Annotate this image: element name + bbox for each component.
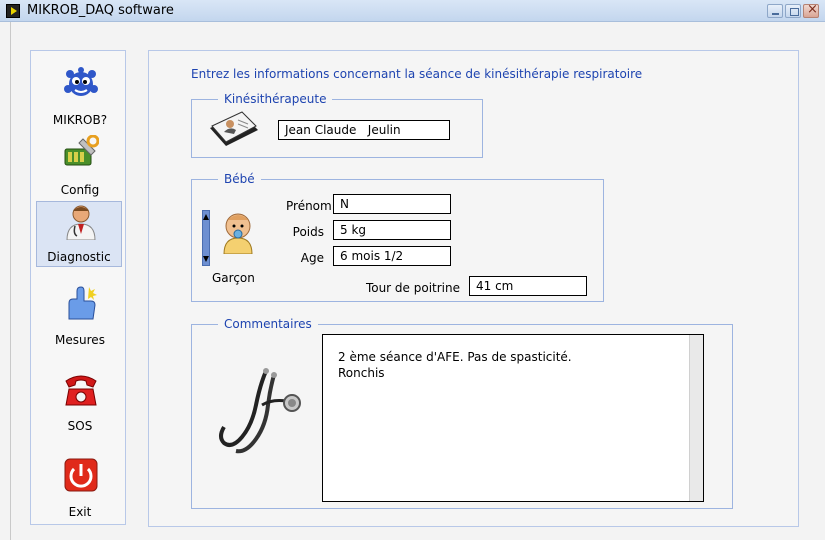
comments-text: 2 ème séance d'AFE. Pas de spasticité. R… [338,350,572,380]
minimize-button[interactable] [767,4,783,18]
close-button[interactable] [803,2,819,18]
bebe-group-title: Bébé [218,172,261,186]
power-icon [64,458,98,492]
config-tools-icon [64,135,99,166]
sidebar-item-label: Config [60,183,100,197]
tour-field[interactable]: 41 cm [469,276,587,296]
red-phone-icon [65,375,97,406]
baby-icon [223,213,253,254]
maximize-button[interactable] [785,4,801,18]
comments-group-title: Commentaires [218,317,318,331]
stethoscope-icon [219,368,301,454]
age-field[interactable]: 6 mois 1/2 [333,246,451,266]
stepper-up-icon[interactable] [203,214,209,220]
sidebar-item-label: Diagnostic [47,250,111,264]
sidebar-item-label: MIKROB? [52,113,108,127]
bebe-group: Bébé Garçon Prénom N Poids 5 kg Age 6 mo… [191,172,604,302]
age-label: Age [300,251,324,265]
poids-field[interactable]: 5 kg [333,220,451,240]
comments-group: Commentaires 2 ème séance d'AFE. Pas de … [191,317,733,509]
sidebar-item-label: SOS [67,419,93,433]
sidebar-item-exit[interactable]: Exit [37,455,123,521]
sidebar-item-mikrob[interactable]: MIKROB? [37,63,123,129]
doctor-icon [66,205,96,240]
intro-text: Entrez les informations concernant la sé… [191,67,643,81]
comments-textarea[interactable]: 2 ème séance d'AFE. Pas de spasticité. R… [322,334,704,502]
poids-label: Poids [292,225,324,239]
sidebar-item-label: Exit [68,505,92,519]
main-panel: Entrez les informations concernant la sé… [148,50,799,527]
title-bar: MIKROB_DAQ software [0,0,825,22]
sidebar-item-mesures[interactable]: Mesures [37,283,123,349]
kine-group: Kinésithérapeute Jean Claude Jeulin [191,92,483,158]
sidebar-item-sos[interactable]: SOS [37,369,123,435]
comments-scrollbar[interactable] [689,335,703,501]
sidebar-item-config[interactable]: Config [37,133,123,199]
window-controls [767,2,819,18]
stepper-down-icon[interactable] [203,256,209,262]
prenom-field[interactable]: N [333,194,451,214]
sidebar: MIKROB? Config Diagnostic Mesures SOS Ex… [30,50,126,525]
sidebar-item-label: Mesures [55,333,105,347]
sex-stepper[interactable] [202,210,210,266]
sex-label: Garçon [212,271,255,285]
app-icon [6,4,20,18]
kine-group-title: Kinésithérapeute [218,92,333,106]
pointing-hand-icon [68,286,97,320]
sidebar-item-diagnostic[interactable]: Diagnostic [36,201,122,267]
tour-label: Tour de poitrine [365,281,460,295]
kine-name-field[interactable]: Jean Claude Jeulin [278,120,450,140]
prenom-label: Prénom [286,199,332,213]
mikrob-creature-icon [64,67,98,96]
window-title: MIKROB_DAQ software [27,3,174,18]
id-card-icon [210,111,258,146]
